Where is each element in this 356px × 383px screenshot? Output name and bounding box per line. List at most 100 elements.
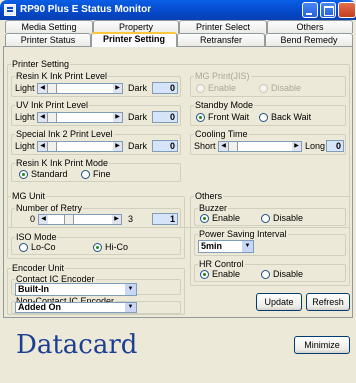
app-icon — [4, 4, 16, 16]
iso-hi-co-radio[interactable] — [93, 243, 102, 252]
standby-front-wait-radio[interactable] — [196, 113, 205, 122]
retry-title: Number of Retry — [15, 203, 84, 213]
cooling-time-value: 0 — [326, 140, 344, 152]
hr-enable-radio[interactable] — [200, 270, 209, 279]
power-saving-value: 5min — [201, 241, 223, 251]
mg-print-disable-radio — [259, 84, 268, 93]
iso-lo-co-radio[interactable] — [19, 243, 28, 252]
uv-level-slider[interactable]: ◀ ▶ — [37, 112, 123, 123]
iso-lo-co-label[interactable]: Lo-Co — [31, 242, 56, 253]
hr-control-title: HR Control — [198, 259, 245, 269]
print-mode-standard-label[interactable]: Standard — [31, 169, 68, 180]
encoder-unit-legend: Encoder Unit — [11, 263, 66, 273]
tab-bend-remedy[interactable]: Bend Remedy — [265, 33, 353, 46]
resin-level-value: 0 — [152, 82, 178, 94]
noncontact-ic-value: Added On — [18, 302, 61, 312]
slider-thumb[interactable] — [228, 142, 238, 151]
retry-value: 1 — [152, 213, 178, 225]
tab-printer-select[interactable]: Printer Select — [179, 20, 267, 33]
printer-setting-legend: Printer Setting — [11, 59, 71, 69]
standby-back-wait-radio[interactable] — [259, 113, 268, 122]
print-mode-standard-radio[interactable] — [19, 170, 28, 179]
special-level-title: Special Ink 2 Print Level — [15, 129, 114, 139]
scroll-right-icon[interactable]: ▶ — [113, 142, 122, 151]
contact-ic-value: Built-In — [18, 284, 49, 294]
print-mode-title: Resin K Ink Print Mode — [15, 158, 110, 168]
resin-light-label: Light — [15, 83, 35, 93]
cooling-time-title: Cooling Time — [194, 129, 249, 139]
mg-unit-legend: MG Unit — [11, 191, 47, 201]
scroll-left-icon[interactable]: ◀ — [38, 84, 47, 93]
buzzer-disable-radio[interactable] — [261, 214, 270, 223]
special-dark-label: Dark — [128, 141, 148, 151]
tab-others[interactable]: Others — [267, 20, 353, 33]
power-saving-title: Power Saving Interval — [198, 229, 288, 239]
scroll-left-icon[interactable]: ◀ — [219, 142, 228, 151]
tab-media-setting[interactable]: Media Setting — [5, 20, 93, 33]
mg-print-disable-label: Disable — [271, 83, 302, 93]
mg-print-enable-label: Enable — [208, 83, 237, 93]
standby-back-wait-label[interactable]: Back Wait — [271, 112, 311, 123]
tab-printer-setting[interactable]: Printer Setting — [91, 32, 177, 47]
slider-thumb[interactable] — [64, 215, 74, 224]
update-button[interactable]: Update — [256, 293, 302, 311]
close-window-icon[interactable] — [338, 2, 356, 18]
uv-light-label: Light — [15, 112, 35, 122]
slider-thumb[interactable] — [47, 113, 57, 122]
chevron-down-icon[interactable]: ▼ — [242, 241, 253, 252]
retry-slider[interactable]: ◀ ▶ — [38, 214, 122, 225]
tab-retransfer[interactable]: Retransfer — [177, 33, 265, 46]
scroll-left-icon[interactable]: ◀ — [39, 215, 48, 224]
tab-printer-status[interactable]: Printer Status — [5, 33, 91, 46]
hr-enable-label[interactable]: Enable — [212, 269, 240, 280]
power-saving-select[interactable]: 5min ▼ — [198, 240, 254, 253]
scroll-right-icon[interactable]: ▶ — [112, 215, 121, 224]
scroll-left-icon[interactable]: ◀ — [38, 142, 47, 151]
minimize-window-icon[interactable] — [302, 2, 318, 18]
scroll-right-icon[interactable]: ▶ — [292, 142, 301, 151]
cooling-time-slider[interactable]: ◀ ▶ — [218, 141, 302, 152]
chevron-down-icon[interactable]: ▼ — [125, 284, 136, 295]
contact-ic-select[interactable]: Built-In ▼ — [15, 283, 137, 296]
scroll-right-icon[interactable]: ▶ — [113, 84, 122, 93]
buzzer-title: Buzzer — [198, 203, 229, 213]
hr-disable-radio[interactable] — [261, 270, 270, 279]
slider-thumb[interactable] — [47, 142, 57, 151]
uv-level-value: 0 — [152, 111, 178, 123]
others-legend: Others — [194, 191, 224, 201]
title-bar[interactable]: RP90 Plus E Status Monitor — [0, 0, 356, 20]
iso-hi-co-label[interactable]: Hi-Co — [105, 242, 128, 253]
cooling-short-label: Short — [194, 141, 216, 151]
standby-front-wait-label[interactable]: Front Wait — [208, 112, 249, 123]
minimize-button[interactable]: Minimize — [294, 336, 350, 354]
resin-level-title: Resin K Ink Print Level — [15, 71, 109, 81]
scroll-right-icon[interactable]: ▶ — [113, 113, 122, 122]
cooling-long-label: Long — [305, 141, 326, 151]
noncontact-ic-select[interactable]: Added On ▼ — [15, 302, 137, 313]
buzzer-disable-label[interactable]: Disable — [273, 213, 303, 224]
print-mode-fine-radio[interactable] — [81, 170, 90, 179]
iso-mode-title: ISO Mode — [15, 232, 58, 242]
special-level-value: 0 — [152, 140, 178, 152]
buzzer-enable-radio[interactable] — [200, 214, 209, 223]
slider-thumb[interactable] — [47, 84, 57, 93]
refresh-button[interactable]: Refresh — [306, 293, 350, 311]
buzzer-enable-label[interactable]: Enable — [212, 213, 240, 224]
chevron-down-icon[interactable]: ▼ — [125, 303, 136, 312]
standby-mode-title: Standby Mode — [194, 100, 255, 110]
uv-dark-label: Dark — [128, 112, 148, 122]
datacard-logo: Datacard — [16, 330, 138, 360]
special-light-label: Light — [15, 141, 35, 151]
mg-print-enable-radio — [196, 84, 205, 93]
resin-dark-label: Dark — [128, 83, 148, 93]
maximize-window-icon[interactable] — [320, 2, 336, 18]
retry-min-label: 0 — [30, 214, 36, 224]
special-level-slider[interactable]: ◀ ▶ — [37, 141, 123, 152]
resin-level-slider[interactable]: ◀ ▶ — [37, 83, 123, 94]
uv-level-title: UV Ink Print Level — [15, 100, 90, 110]
hr-disable-label[interactable]: Disable — [273, 269, 303, 280]
retry-max-label: 3 — [128, 214, 134, 224]
scroll-left-icon[interactable]: ◀ — [38, 113, 47, 122]
print-mode-fine-label[interactable]: Fine — [93, 169, 111, 180]
mg-print-title: MG Print(JIS) — [194, 71, 251, 81]
